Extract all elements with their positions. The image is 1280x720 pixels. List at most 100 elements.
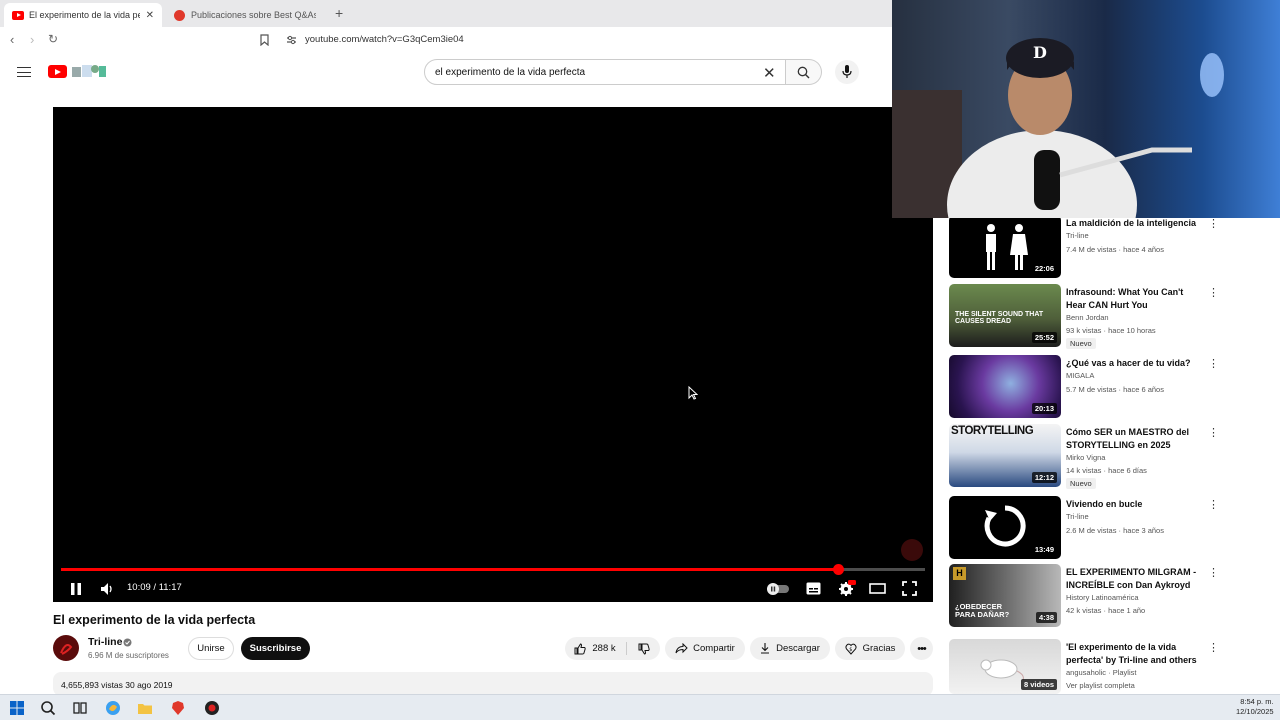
- thanks-button[interactable]: $ Gracias: [835, 637, 905, 660]
- fullscreen-icon[interactable]: [902, 581, 917, 596]
- new-tab-button[interactable]: +: [335, 5, 343, 21]
- recommendation-meta: 7.4 M de vistas · hace 4 años: [1066, 245, 1164, 254]
- autoplay-toggle[interactable]: [766, 582, 790, 596]
- thumbnail-text: THE SILENT SOUND THAT CAUSES DREAD: [955, 311, 1044, 325]
- video-player[interactable]: 10:09 / 11:17: [53, 107, 933, 602]
- recommendation-channel[interactable]: MIGALA: [1066, 371, 1094, 380]
- more-actions-button[interactable]: •••: [910, 637, 933, 660]
- site-settings-icon[interactable]: [286, 35, 297, 45]
- recommendation-channel[interactable]: angusaholic · Playlist: [1066, 668, 1136, 677]
- list-item[interactable]: H ¿OBEDECER PARA DAÑAR? 4:38 EL EXPERIME…: [949, 564, 1221, 628]
- list-item[interactable]: STORYTELLING 12:12 Cómo SER un MAESTRO d…: [949, 424, 1221, 489]
- file-explorer-icon[interactable]: [137, 700, 153, 716]
- list-item[interactable]: THE SILENT SOUND THAT CAUSES DREAD 25:52…: [949, 284, 1221, 349]
- progress-scrubber[interactable]: [832, 564, 844, 575]
- kebab-menu-icon[interactable]: ⋮: [1208, 426, 1219, 439]
- address-bar[interactable]: youtube.com/watch?v=G3qCem3ie04: [305, 34, 464, 45]
- search-button[interactable]: [786, 59, 822, 85]
- video-thumbnail[interactable]: THE SILENT SOUND THAT CAUSES DREAD 25:52: [949, 284, 1061, 347]
- theater-mode-icon[interactable]: [869, 582, 886, 595]
- view-full-playlist-link[interactable]: Ver playlist completa: [1066, 681, 1135, 690]
- subtitles-icon[interactable]: [806, 582, 821, 595]
- system-clock[interactable]: 8:54 p. m. 12/10/2025: [1236, 697, 1274, 717]
- channel-logo-icon: [60, 644, 73, 655]
- video-duration: 20:13: [1031, 403, 1057, 414]
- reload-icon[interactable]: ↻: [48, 32, 58, 46]
- recommendation-channel[interactable]: Tri-line: [1066, 512, 1089, 521]
- copilot-icon[interactable]: [105, 700, 121, 716]
- bookmark-icon[interactable]: [260, 34, 269, 46]
- tab-title: El experimento de la vida per: [29, 10, 140, 20]
- recommendation-title[interactable]: 'El experimento de la vida perfecta' by …: [1066, 641, 1201, 667]
- clock-date: 12/10/2025: [1236, 707, 1274, 716]
- channel-avatar[interactable]: [53, 635, 79, 661]
- recommendation-title[interactable]: ¿Qué vas a hacer de tu vida?: [1066, 357, 1201, 370]
- recommendation-meta: 42 k vistas · hace 1 año: [1066, 606, 1146, 615]
- list-item[interactable]: 22:06 La maldición de la inteligencia Tr…: [949, 215, 1221, 279]
- channel-watermark[interactable]: [901, 539, 923, 561]
- video-duration: 22:06: [1031, 263, 1057, 274]
- loop-icon: [984, 505, 1026, 547]
- subscribe-button[interactable]: Suscribirse: [241, 637, 310, 660]
- tab-publicaciones[interactable]: Publicaciones sobre Best Q&As & St: [166, 3, 324, 27]
- video-thumbnail[interactable]: STORYTELLING 12:12: [949, 424, 1061, 487]
- description-box[interactable]: 4,655,893 vistas 30 ago 2019: [53, 672, 933, 696]
- recommendation-title[interactable]: Infrasound: What You Can't Hear CAN Hurt…: [1066, 286, 1201, 312]
- tab-youtube[interactable]: El experimento de la vida per ✕: [4, 3, 162, 27]
- search-input[interactable]: el experimento de la vida perfecta: [435, 67, 585, 78]
- video-thumbnail[interactable]: H ¿OBEDECER PARA DAÑAR? 4:38: [949, 564, 1061, 627]
- forward-icon[interactable]: ›: [30, 32, 34, 47]
- dislike-button[interactable]: [627, 637, 660, 660]
- recommendation-title[interactable]: EL EXPERIMENTO MILGRAM - INCREÍBLE con D…: [1066, 566, 1201, 592]
- search-icon: [797, 66, 810, 79]
- recommendation-title[interactable]: Viviendo en bucle: [1066, 498, 1201, 511]
- recommendation-channel[interactable]: History Latinoamérica: [1066, 593, 1139, 602]
- doodle-logo-icon[interactable]: [70, 63, 108, 79]
- browser-nav-bar: ‹ › ↻ youtube.com/watch?v=G3qCem3ie04: [0, 27, 892, 53]
- progress-bar[interactable]: [61, 564, 925, 575]
- new-badge: Nuevo: [1066, 478, 1096, 489]
- obs-icon[interactable]: [204, 700, 220, 716]
- video-thumbnail[interactable]: 8 videos: [949, 639, 1061, 694]
- share-button[interactable]: Compartir: [665, 637, 745, 660]
- task-view-icon[interactable]: [72, 700, 88, 716]
- voice-search-button[interactable]: [835, 60, 859, 84]
- join-button[interactable]: Unirse: [188, 637, 234, 660]
- video-thumbnail[interactable]: 22:06: [949, 215, 1061, 278]
- share-label: Compartir: [693, 643, 735, 654]
- recommendation-channel[interactable]: Tri-line: [1066, 231, 1089, 240]
- settings-icon[interactable]: [838, 580, 856, 597]
- kebab-menu-icon[interactable]: ⋮: [1208, 641, 1219, 654]
- clear-search-icon[interactable]: ✕: [763, 64, 776, 82]
- channel-name[interactable]: Tri-line: [88, 636, 122, 648]
- brave-browser-icon[interactable]: [170, 700, 186, 716]
- thumbnail-text: ¿OBEDECER PARA DAÑAR?: [955, 602, 1010, 619]
- youtube-logo[interactable]: [48, 65, 67, 78]
- search-icon[interactable]: [40, 700, 56, 716]
- back-icon[interactable]: ‹: [10, 32, 14, 47]
- recommendation-title[interactable]: Cómo SER un MAESTRO del STORYTELLING en …: [1066, 426, 1201, 452]
- pause-icon[interactable]: [70, 582, 82, 596]
- video-thumbnail[interactable]: 20:13: [949, 355, 1061, 418]
- search-box[interactable]: el experimento de la vida perfecta ✕: [424, 59, 786, 85]
- kebab-menu-icon[interactable]: ⋮: [1208, 498, 1219, 511]
- kebab-menu-icon[interactable]: ⋮: [1208, 566, 1219, 579]
- windows-start-icon[interactable]: [9, 700, 25, 716]
- recommendation-meta: 93 k vistas · hace 10 horas: [1066, 326, 1156, 335]
- recommendation-title[interactable]: La maldición de la inteligencia: [1066, 217, 1201, 230]
- list-item[interactable]: 20:13 ¿Qué vas a hacer de tu vida? MIGAL…: [949, 355, 1221, 419]
- list-item[interactable]: 13:49 Viviendo en bucle Tri-line 2.6 M d…: [949, 496, 1221, 560]
- kebab-menu-icon[interactable]: ⋮: [1208, 357, 1219, 370]
- close-icon[interactable]: ✕: [146, 10, 154, 21]
- kebab-menu-icon[interactable]: ⋮: [1208, 217, 1219, 230]
- like-button[interactable]: 288 k: [565, 637, 625, 660]
- view-count-date: 4,655,893 vistas 30 ago 2019: [61, 680, 173, 690]
- menu-icon[interactable]: [17, 67, 31, 77]
- recommendation-channel[interactable]: Mirko Vigna: [1066, 453, 1105, 462]
- download-button[interactable]: Descargar: [750, 637, 830, 660]
- video-thumbnail[interactable]: 13:49: [949, 496, 1061, 559]
- kebab-menu-icon[interactable]: ⋮: [1208, 286, 1219, 299]
- volume-icon[interactable]: [100, 582, 115, 596]
- more-icon: •••: [917, 642, 927, 655]
- recommendation-channel[interactable]: Benn Jordan: [1066, 313, 1109, 322]
